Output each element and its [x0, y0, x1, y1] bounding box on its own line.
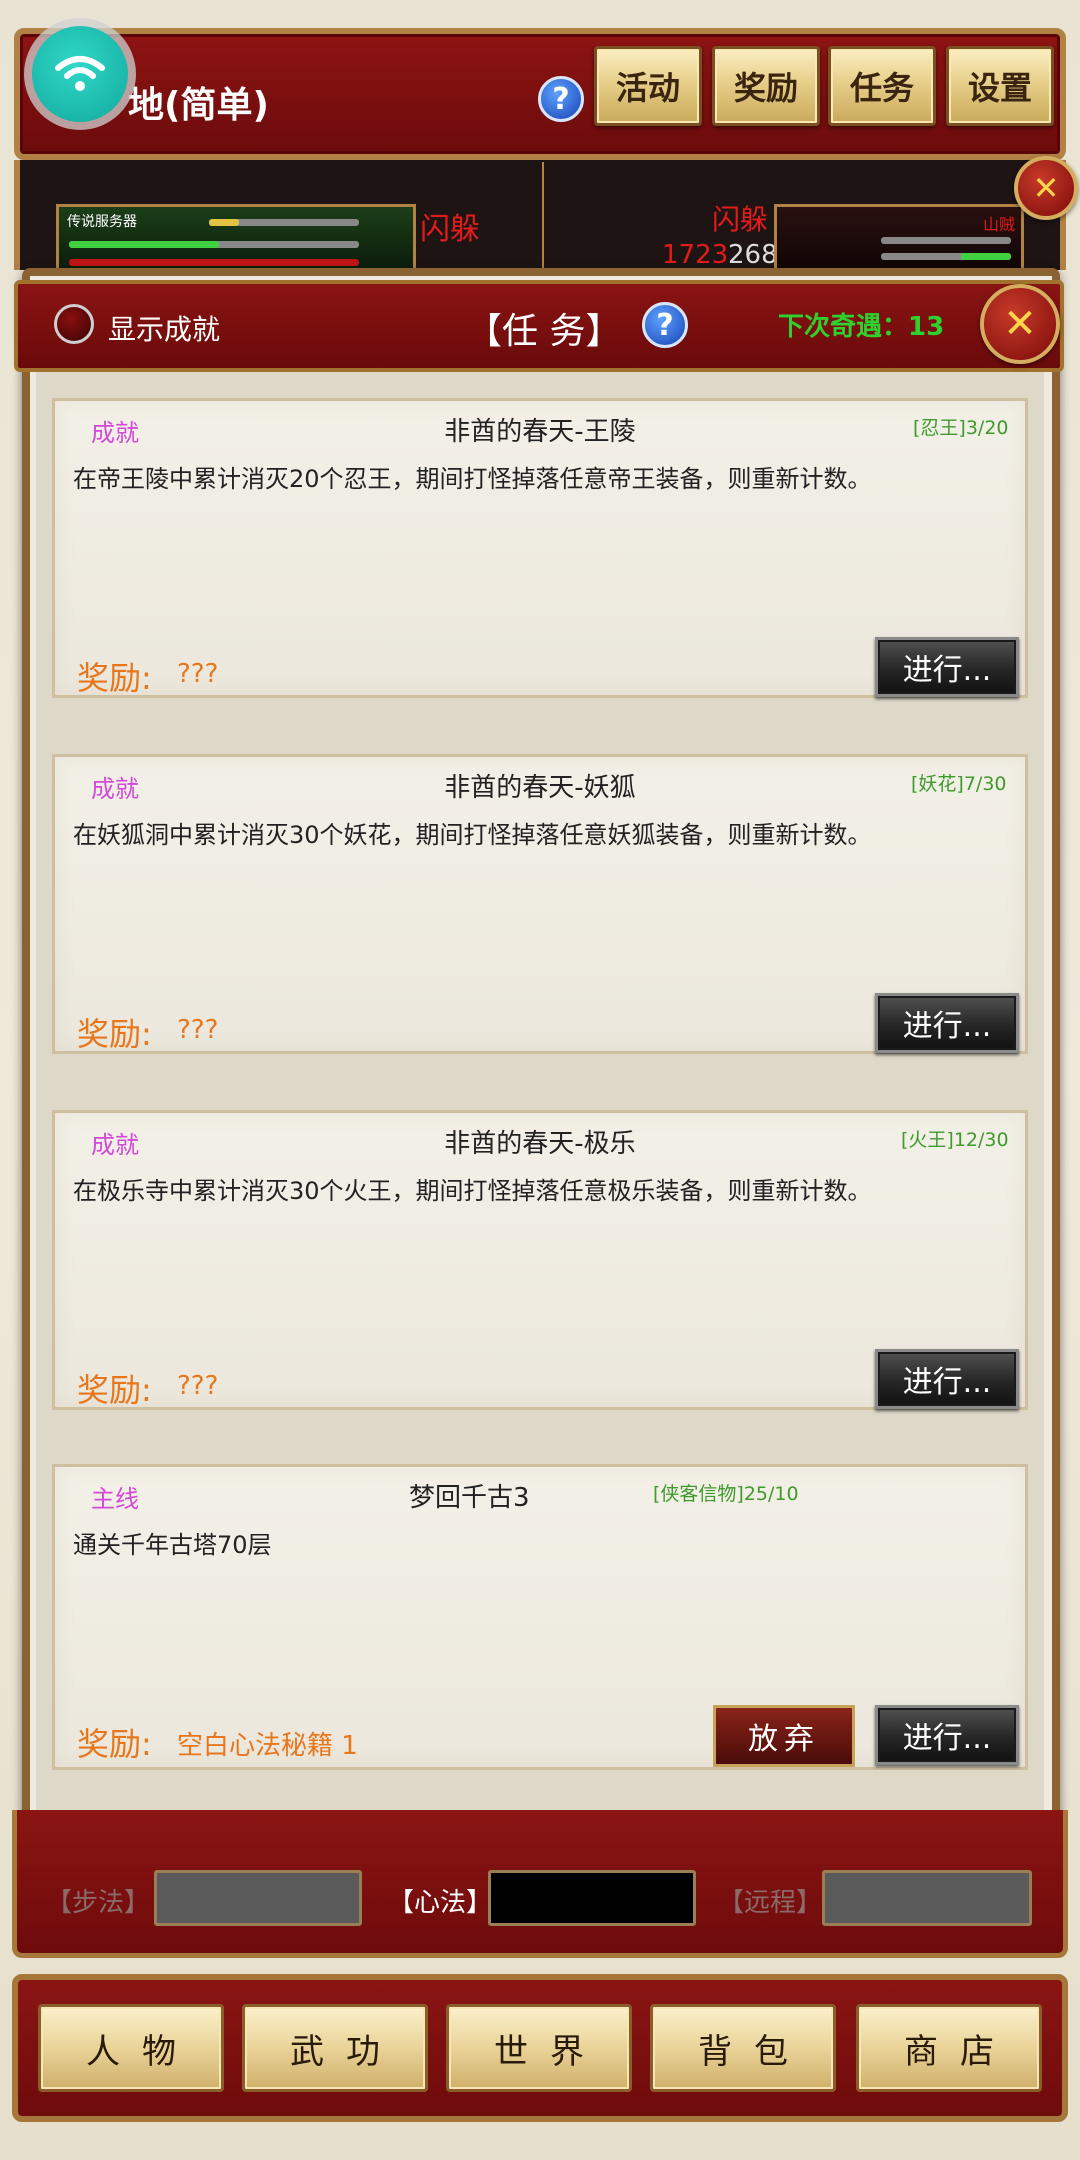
quest-progress: [侠客信物]25/10 [653, 1483, 799, 1505]
wifi-icon [32, 26, 128, 122]
reward-label: 奖励: [77, 1725, 152, 1763]
floating-wifi-button[interactable] [24, 18, 136, 130]
right-dodge-text: 闪躲 [712, 203, 769, 236]
quest-description: 在极乐寺中累计消灭30个火王，期间打怪掉落任意极乐装备，则重新计数。 [73, 1177, 872, 1205]
left-hp-fill [209, 219, 239, 226]
quest-title: 非酋的春天-王陵 [444, 417, 636, 447]
quest-description: 通关千年古塔70层 [73, 1531, 272, 1559]
right-damage-number: 1723 [662, 240, 729, 270]
quest-go-button[interactable]: 进行... [875, 637, 1019, 697]
skill-label-ranged: 【远程】 [718, 1888, 823, 1918]
reward-value: 空白心法秘籍 1 [177, 1731, 358, 1761]
enemy-name: 山贼 [982, 215, 1015, 234]
map-help-icon[interactable]: ? [538, 76, 584, 122]
skill-slot-mind[interactable] [488, 1870, 696, 1926]
right-panel [542, 162, 544, 270]
skill-slot-ranged[interactable] [822, 1870, 1032, 1926]
skill-label-mind: 【心法】 [388, 1888, 493, 1918]
nav-backpack[interactable]: 背包 [650, 2004, 836, 2092]
tab-quest[interactable]: 任务 [828, 46, 936, 126]
quest-description: 在妖狐洞中累计消灭30个妖花，期间打怪掉落任意妖狐装备，则重新计数。 [73, 821, 872, 849]
quest-card: 成就 非酋的春天-妖狐 [妖花]7/30 在妖狐洞中累计消灭30个妖花，期间打怪… [52, 754, 1028, 1054]
dialog-close-icon[interactable]: ✕ [980, 284, 1060, 364]
quest-progress: [火王]12/30 [901, 1129, 1009, 1151]
outer-close-icon[interactable]: ✕ [1014, 156, 1078, 220]
dialog-help-icon[interactable]: ? [642, 302, 688, 348]
skill-label-movement: 【步法】 [46, 1888, 151, 1918]
map-name: 地(简单) [128, 85, 269, 126]
quest-go-button[interactable]: 进行... [875, 993, 1019, 1053]
quest-abandon-button[interactable]: 放弃 [713, 1705, 855, 1767]
nav-shop[interactable]: 商店 [856, 2004, 1042, 2092]
quest-type: 主线 [91, 1485, 139, 1513]
quest-description: 在帝王陵中累计消灭20个忍王，期间打怪掉落任意帝王装备，则重新计数。 [73, 465, 872, 493]
skill-slot-movement[interactable] [154, 1870, 362, 1926]
toggle-achievement-label[interactable]: 显示成就 [108, 308, 220, 348]
tab-activity[interactable]: 活动 [594, 46, 702, 126]
right-enemy-card: 山贼 [774, 204, 1024, 274]
quest-card: 成就 非酋的春天-极乐 [火王]12/30 在极乐寺中累计消灭30个火王，期间打… [52, 1110, 1028, 1410]
tab-reward[interactable]: 奖励 [712, 46, 820, 126]
left-server-name: 传说服务器 [67, 214, 137, 230]
quest-title: 梦回千古3 [409, 1483, 530, 1513]
tab-settings[interactable]: 设置 [946, 46, 1054, 126]
left-server-card: 传说服务器 [56, 204, 416, 274]
enemy-hp-fill [961, 253, 1011, 260]
quest-card: 成就 非酋的春天-王陵 [忍王]3/20 在帝王陵中累计消灭20个忍王，期间打怪… [52, 398, 1028, 698]
nav-world[interactable]: 世界 [446, 2004, 632, 2092]
reward-value: ??? [177, 1015, 219, 1045]
right-heal-number: 268 [728, 240, 778, 270]
quest-title: 非酋的春天-极乐 [444, 1129, 636, 1159]
quest-progress: [忍王]3/20 [913, 417, 1009, 439]
nav-martial-arts[interactable]: 武功 [242, 2004, 428, 2092]
reward-label: 奖励: [77, 1371, 152, 1409]
enemy-bar-1 [881, 237, 1011, 244]
next-encounter-label: 下次奇遇：13 [778, 312, 945, 342]
reward-label: 奖励: [77, 1015, 152, 1053]
toggle-achievement-radio[interactable] [54, 304, 94, 344]
reward-value: ??? [177, 1371, 219, 1401]
quest-progress: [妖花]7/30 [911, 773, 1007, 795]
left-mp-fill [69, 241, 219, 248]
quest-go-button[interactable]: 进行... [875, 1349, 1019, 1409]
dialog-title: 【任 务】 [466, 311, 622, 352]
quest-card: 主线 梦回千古3 [侠客信物]25/10 通关千年古塔70层 奖励: 空白心法秘… [52, 1464, 1028, 1770]
reward-value: ??? [177, 659, 219, 689]
left-xp-bar [69, 259, 359, 266]
nav-character[interactable]: 人物 [38, 2004, 224, 2092]
quest-title: 非酋的春天-妖狐 [444, 773, 636, 803]
reward-label: 奖励: [77, 659, 152, 697]
quest-go-button[interactable]: 进行... [875, 1705, 1019, 1765]
left-dodge-text: 闪躲 [420, 212, 480, 247]
